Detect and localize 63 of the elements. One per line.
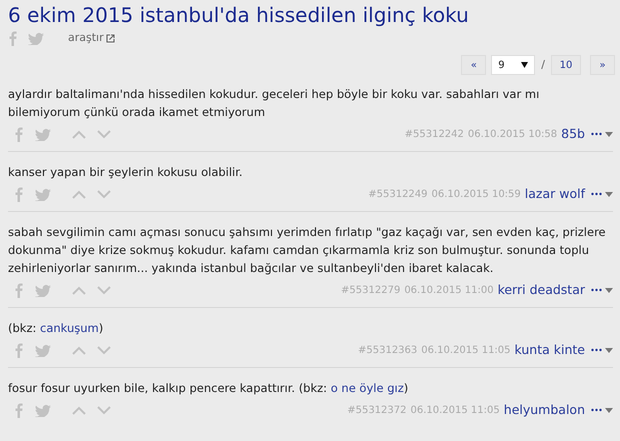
twitter-icon[interactable] xyxy=(35,403,51,417)
upvote-icon[interactable] xyxy=(72,406,86,414)
twitter-icon[interactable] xyxy=(35,127,51,141)
more-icon[interactable] xyxy=(591,348,602,352)
entry-text: kanser yapan bir şeylerin kokusu olabilir. xyxy=(8,164,244,181)
caret-icon[interactable] xyxy=(605,288,613,292)
entry-text: (bkz: cankuşum) xyxy=(8,320,104,337)
entry-text: aylardır baltalimanı'nda hissedilen kokudur. geceleri hep böyle bir koku var. sabahları var mı bilemiyorum çünkü orada ikamet etmiyorum xyxy=(8,86,540,121)
upvote-icon[interactable] xyxy=(72,190,86,198)
entry-date: 06.10.2015 11:05 xyxy=(421,344,511,358)
downvote-icon[interactable] xyxy=(97,406,111,414)
caret-icon[interactable] xyxy=(605,348,613,352)
upvote-icon[interactable] xyxy=(72,130,86,138)
entry-id: #55312372 xyxy=(347,404,406,418)
author-link[interactable]: kerri deadstar xyxy=(498,280,585,300)
last-page-button[interactable]: 10 xyxy=(551,55,581,75)
downvote-icon[interactable] xyxy=(97,190,111,198)
previous-page-button[interactable]: « xyxy=(461,55,486,75)
entry-id: #55312242 xyxy=(404,128,464,142)
downvote-icon[interactable] xyxy=(97,286,111,294)
more-icon[interactable] xyxy=(591,288,602,292)
author-link[interactable]: kunta kinte xyxy=(514,340,585,360)
facebook-icon[interactable] xyxy=(14,342,24,358)
author-link[interactable]: helyumbalon xyxy=(504,400,585,420)
twitter-icon[interactable] xyxy=(35,343,51,357)
entry-text: fosur fosur uyurken bile, kalkıp pencere kapattırır. (bkz: o ne öyle gız) xyxy=(8,380,410,397)
caret-icon[interactable] xyxy=(605,132,613,136)
facebook-icon[interactable] xyxy=(14,126,24,142)
entry-id: #55312249 xyxy=(368,188,428,202)
entry-text: sabah sevgilimin camı açması sonucu şahsımı yerimden fırlatıp "gaz kaçağı var, sen evden kaç, prizlere dokunma" diye krize sokmuş kokudur. kafamı camdan çıkarmamla kriz son bulmuştur. sonunda toplu zehirleniyorlar sanırım... yakında istanbul bağcılar ve sultanbeyli'den ibaret kalacak. xyxy=(8,224,607,277)
search-link[interactable]: araştır xyxy=(68,30,115,46)
page-select[interactable]: 9 xyxy=(491,55,536,75)
entry-link[interactable]: cankuşum xyxy=(40,321,99,335)
entry-date: 06.10.2015 10:59 xyxy=(432,188,521,202)
entry-id: #55312279 xyxy=(341,284,400,298)
entry-date: 06.10.2015 11:05 xyxy=(410,404,500,418)
more-icon[interactable] xyxy=(591,408,602,412)
more-icon[interactable] xyxy=(591,192,602,196)
facebook-icon[interactable] xyxy=(8,30,18,46)
upvote-icon[interactable] xyxy=(72,346,86,354)
entry-date: 06.10.2015 11:00 xyxy=(404,284,494,298)
twitter-icon[interactable] xyxy=(35,283,51,297)
caret-icon[interactable] xyxy=(605,192,613,196)
facebook-icon[interactable] xyxy=(14,186,24,202)
caret-icon[interactable] xyxy=(605,408,613,412)
entry-date: 06.10.2015 10:58 xyxy=(468,128,558,142)
author-link[interactable]: lazar wolf xyxy=(524,184,585,204)
entry-link[interactable]: o ne öyle gız xyxy=(330,381,404,395)
external-link-icon xyxy=(106,34,115,42)
twitter-icon[interactable] xyxy=(35,187,51,201)
next-page-button[interactable]: » xyxy=(590,55,615,75)
downvote-icon[interactable] xyxy=(97,346,111,354)
twitter-icon[interactable] xyxy=(28,31,44,45)
dropdown-arrow-icon xyxy=(521,62,528,68)
facebook-icon[interactable] xyxy=(14,282,24,298)
author-link[interactable]: 85b xyxy=(561,124,585,144)
facebook-icon[interactable] xyxy=(14,402,24,418)
page-separator: / xyxy=(540,56,546,73)
more-icon[interactable] xyxy=(591,132,602,136)
upvote-icon[interactable] xyxy=(72,286,86,294)
downvote-icon[interactable] xyxy=(97,130,111,138)
page-title: 6 ekim 2015 istanbul'da hissedilen ilginç koku xyxy=(8,2,470,27)
entry-id: #55312363 xyxy=(358,344,418,358)
